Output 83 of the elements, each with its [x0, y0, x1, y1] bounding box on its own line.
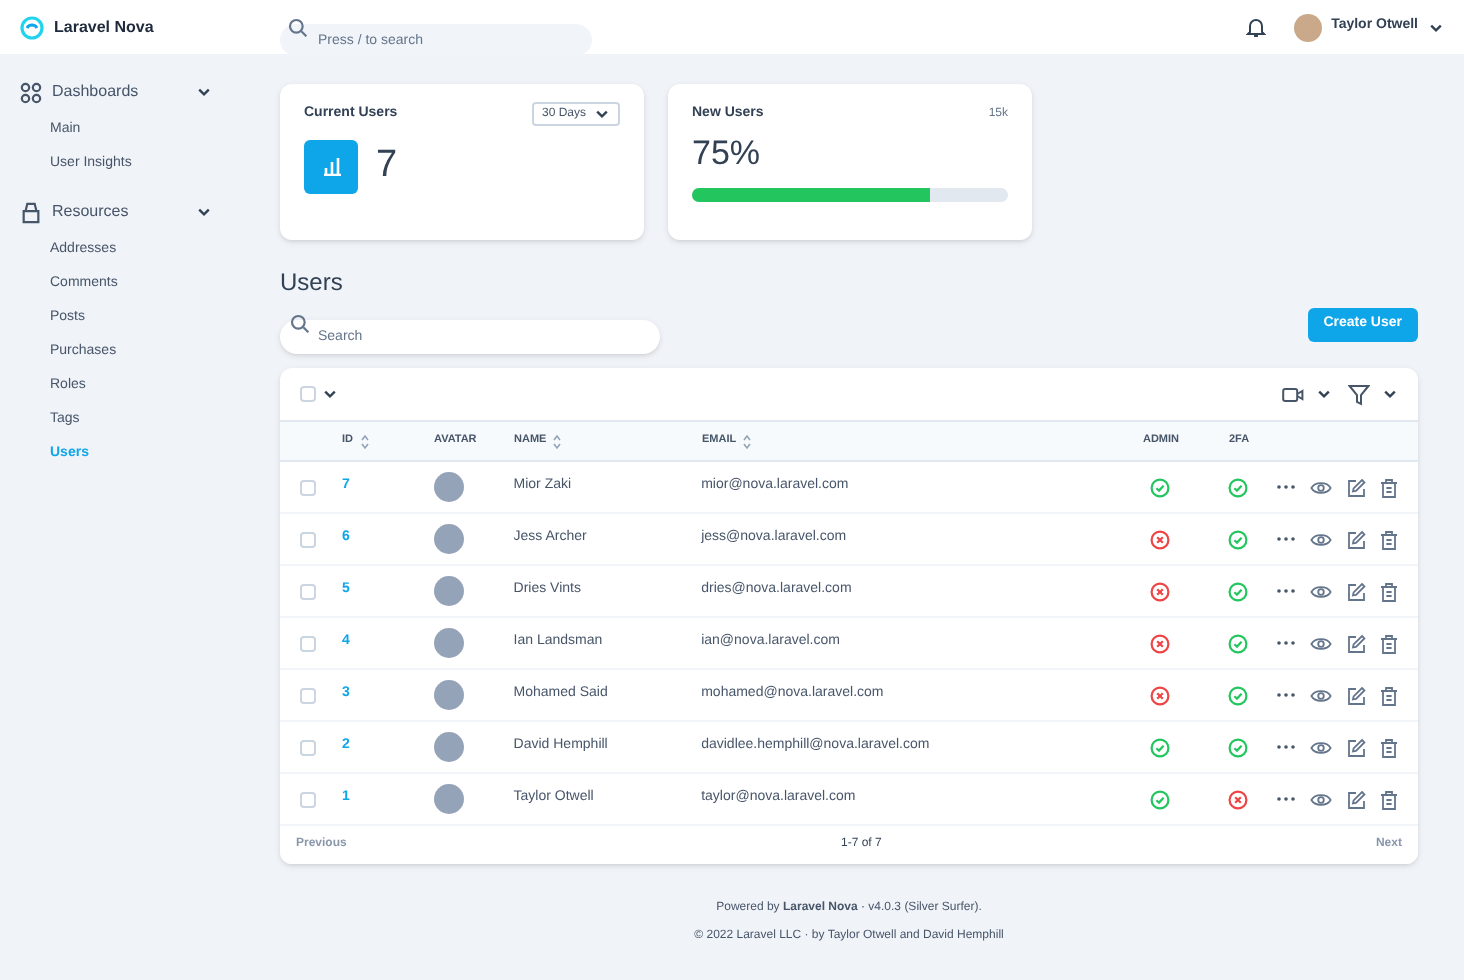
eye-icon[interactable]	[1310, 791, 1333, 807]
more-icon[interactable]	[1276, 536, 1297, 542]
check-circle-icon	[1227, 529, 1248, 549]
x-circle-icon	[1149, 581, 1170, 601]
select-all-checkbox[interactable]	[300, 386, 316, 402]
chevron-down-icon	[1428, 19, 1444, 35]
trash-icon[interactable]	[1380, 529, 1399, 549]
check-circle-icon	[1227, 685, 1248, 705]
eye-icon[interactable]	[1310, 531, 1333, 547]
metric-value: 75%	[692, 132, 763, 176]
trash-icon[interactable]	[1380, 633, 1399, 653]
archive-icon	[20, 201, 42, 223]
avatar	[433, 472, 464, 502]
trash-icon[interactable]	[1380, 581, 1399, 601]
edit-icon[interactable]	[1346, 581, 1367, 601]
more-icon[interactable]	[1276, 588, 1297, 594]
page-title: Users	[280, 266, 345, 300]
avatar	[433, 732, 464, 762]
x-circle-icon	[1149, 633, 1170, 653]
row-checkbox[interactable]	[300, 739, 316, 755]
camera-icon[interactable]	[1282, 385, 1304, 403]
metric-value: 7	[376, 142, 398, 190]
avatar	[433, 524, 464, 554]
chevron-down-icon	[1316, 386, 1332, 402]
sidebar-group[interactable]: Resources	[52, 200, 129, 224]
edit-icon[interactable]	[1346, 477, 1367, 497]
edit-icon[interactable]	[1346, 789, 1367, 809]
check-circle-icon	[1227, 633, 1248, 653]
chevron-down-icon	[196, 204, 212, 220]
eye-icon[interactable]	[1310, 687, 1333, 703]
check-circle-icon	[1149, 737, 1170, 757]
user-avatar	[1293, 13, 1322, 41]
bell-icon[interactable]	[1245, 16, 1266, 38]
grid-icon	[20, 81, 42, 103]
check-circle-icon	[1149, 789, 1170, 809]
edit-icon[interactable]	[1346, 633, 1367, 653]
row-checkbox[interactable]	[300, 687, 316, 703]
check-circle-icon	[1149, 477, 1170, 497]
x-circle-icon	[1149, 685, 1170, 705]
eye-icon[interactable]	[1310, 739, 1333, 755]
trash-icon[interactable]	[1380, 789, 1399, 809]
check-circle-icon	[1227, 477, 1248, 497]
row-checkbox[interactable]	[300, 791, 316, 807]
chevron-down-icon	[1382, 386, 1398, 402]
chevron-down-icon	[322, 386, 338, 402]
trash-icon[interactable]	[1380, 685, 1399, 705]
more-icon[interactable]	[1276, 640, 1297, 646]
x-circle-icon	[1227, 789, 1248, 809]
edit-icon[interactable]	[1346, 529, 1367, 549]
row-checkbox[interactable]	[300, 479, 316, 495]
brand-name: Laravel Nova	[54, 15, 154, 39]
avatar	[433, 628, 464, 658]
logo-icon	[20, 15, 44, 39]
sidebar-group[interactable]: Dashboards	[52, 80, 139, 104]
sort-icon[interactable]	[552, 433, 563, 449]
eye-icon[interactable]	[1310, 583, 1333, 599]
eye-icon[interactable]	[1310, 635, 1333, 651]
more-icon[interactable]	[1276, 484, 1297, 490]
row-checkbox[interactable]	[300, 635, 316, 651]
avatar	[433, 680, 464, 710]
edit-icon[interactable]	[1346, 737, 1367, 757]
sort-icon[interactable]	[742, 433, 753, 449]
filter-icon[interactable]	[1348, 383, 1370, 405]
chevron-down-icon	[594, 106, 610, 122]
edit-icon[interactable]	[1346, 685, 1367, 705]
more-icon[interactable]	[1276, 692, 1297, 698]
check-circle-icon	[1227, 737, 1248, 757]
row-checkbox[interactable]	[300, 583, 316, 599]
sort-icon[interactable]	[359, 433, 369, 449]
more-icon[interactable]	[1276, 796, 1297, 802]
eye-icon[interactable]	[1310, 479, 1333, 495]
chevron-down-icon	[196, 84, 212, 100]
check-circle-icon	[1227, 581, 1248, 601]
x-circle-icon	[1149, 529, 1170, 549]
row-checkbox[interactable]	[300, 531, 316, 547]
search-icon	[288, 17, 308, 37]
more-icon[interactable]	[1276, 744, 1297, 750]
trash-icon[interactable]	[1380, 737, 1399, 757]
avatar	[433, 576, 464, 606]
trash-icon[interactable]	[1380, 477, 1399, 497]
search-icon	[290, 314, 310, 334]
avatar	[433, 784, 464, 814]
chart-icon	[321, 156, 341, 177]
